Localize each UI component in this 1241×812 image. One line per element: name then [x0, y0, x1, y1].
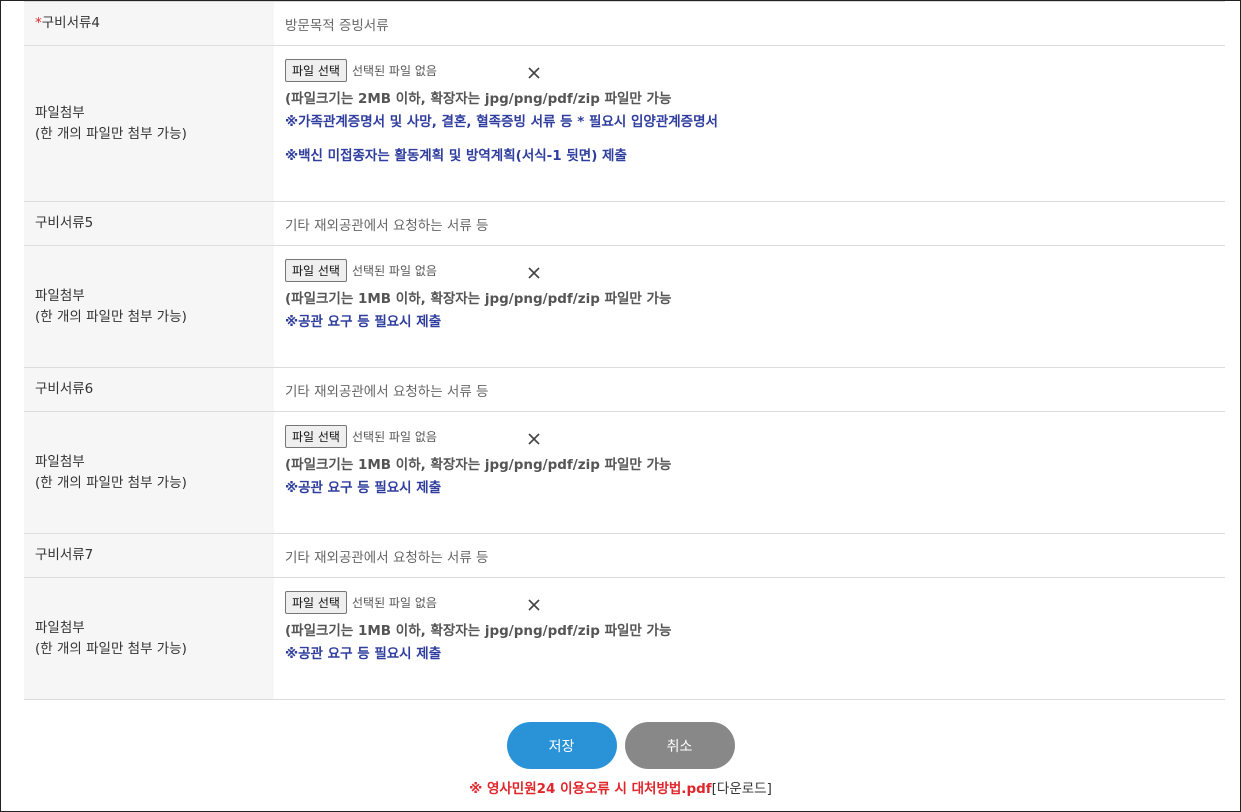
upload-cell: 파일 선택 선택된 파일 없음 (파일크기는 1MB 이하, 확장자는 jpg/…	[274, 578, 1225, 699]
upload-cell: 파일 선택 선택된 파일 없음 (파일크기는 2MB 이하, 확장자는 jpg/…	[274, 46, 1225, 201]
required-docs-note: ※공관 요구 등 필요시 제출	[285, 314, 442, 330]
upload-sublabel: (한 개의 파일만 첨부 가능)	[35, 474, 187, 491]
file-status: 선택된 파일 없음	[351, 430, 437, 444]
required-docs-note: ※가족관계증명서 및 사망, 결혼, 혈족증빙 서류 등 * 필요시 입양관계증…	[285, 114, 718, 130]
upload-label-cell: 파일첨부 (한 개의 파일만 첨부 가능)	[24, 412, 274, 533]
upload-label-cell: 파일첨부 (한 개의 파일만 첨부 가능)	[24, 46, 274, 201]
upload-label: 파일첨부	[35, 287, 85, 304]
file-input[interactable]: 파일 선택 선택된 파일 없음	[285, 425, 1225, 448]
file-status: 선택된 파일 없음	[351, 596, 437, 610]
document-upload-form: *구비서류4 방문목적 증빙서류 파일첨부 (한 개의 파일만 첨부 가능) 파…	[24, 1, 1225, 700]
doc-desc: 기타 재외공관에서 요청하는 서류 등	[285, 217, 489, 234]
upload-sublabel: (한 개의 파일만 첨부 가능)	[35, 125, 187, 142]
cancel-button[interactable]: 취소	[624, 722, 735, 769]
close-icon[interactable]	[527, 266, 541, 280]
doc-row-5: 구비서류5 기타 재외공관에서 요청하는 서류 등	[24, 202, 1225, 246]
close-icon[interactable]	[527, 66, 541, 80]
file-input[interactable]: 파일 선택 선택된 파일 없음	[285, 259, 1225, 282]
error-guide-text: ※ 영사민원24 이용오류 시 대처방법.pdf	[469, 781, 712, 797]
file-size-note: (파일크기는 1MB 이하, 확장자는 jpg/png/pdf/zip 파일만 …	[285, 291, 672, 307]
upload-row-6: 파일첨부 (한 개의 파일만 첨부 가능) 파일 선택 선택된 파일 없음 (파…	[24, 412, 1225, 534]
doc-label: 구비서류6	[35, 381, 94, 397]
required-docs-note: ※공관 요구 등 필요시 제출	[285, 480, 442, 496]
file-status: 선택된 파일 없음	[351, 64, 437, 78]
file-select-button[interactable]: 파일 선택	[285, 59, 347, 82]
doc-label-cell: *구비서류4	[24, 2, 274, 45]
upload-row-5: 파일첨부 (한 개의 파일만 첨부 가능) 파일 선택 선택된 파일 없음 (파…	[24, 246, 1225, 368]
upload-label: 파일첨부	[35, 104, 85, 121]
doc-label-cell: 구비서류6	[24, 368, 274, 411]
upload-row-7: 파일첨부 (한 개의 파일만 첨부 가능) 파일 선택 선택된 파일 없음 (파…	[24, 578, 1225, 700]
file-status: 선택된 파일 없음	[351, 264, 437, 278]
close-icon[interactable]	[527, 432, 541, 446]
doc-label-cell: 구비서류5	[24, 202, 274, 245]
file-select-button[interactable]: 파일 선택	[285, 259, 347, 282]
doc-label: 구비서류4	[41, 15, 101, 31]
upload-label-cell: 파일첨부 (한 개의 파일만 첨부 가능)	[24, 246, 274, 367]
file-select-button[interactable]: 파일 선택	[285, 425, 347, 448]
upload-label-cell: 파일첨부 (한 개의 파일만 첨부 가능)	[24, 578, 274, 699]
form-actions: 저장 취소	[1, 722, 1240, 769]
doc-desc: 방문목적 증빙서류	[285, 17, 389, 34]
upload-sublabel: (한 개의 파일만 첨부 가능)	[35, 640, 187, 657]
upload-label: 파일첨부	[35, 453, 85, 470]
doc-desc: 기타 재외공관에서 요청하는 서류 등	[285, 383, 489, 400]
file-size-note: (파일크기는 1MB 이하, 확장자는 jpg/png/pdf/zip 파일만 …	[285, 457, 672, 473]
download-link[interactable]: [다운로드]	[712, 781, 772, 797]
vaccine-note: ※백신 미접종자는 활동계획 및 방역계획(서식-1 뒷면) 제출	[285, 148, 627, 164]
upload-cell: 파일 선택 선택된 파일 없음 (파일크기는 1MB 이하, 확장자는 jpg/…	[274, 246, 1225, 367]
required-mark: *	[35, 15, 42, 31]
file-input[interactable]: 파일 선택 선택된 파일 없음	[285, 591, 1225, 614]
file-input[interactable]: 파일 선택 선택된 파일 없음	[285, 59, 1225, 82]
file-size-note: (파일크기는 1MB 이하, 확장자는 jpg/png/pdf/zip 파일만 …	[285, 623, 672, 639]
required-docs-note: ※공관 요구 등 필요시 제출	[285, 646, 442, 662]
doc-row-7: 구비서류7 기타 재외공관에서 요청하는 서류 등	[24, 534, 1225, 578]
upload-sublabel: (한 개의 파일만 첨부 가능)	[35, 308, 187, 325]
save-button[interactable]: 저장	[506, 722, 617, 769]
doc-row-4: *구비서류4 방문목적 증빙서류	[24, 2, 1225, 46]
doc-row-6: 구비서류6 기타 재외공관에서 요청하는 서류 등	[24, 368, 1225, 412]
doc-label-cell: 구비서류7	[24, 534, 274, 577]
error-guide-notice: ※ 영사민원24 이용오류 시 대처방법.pdf[다운로드]	[1, 777, 1240, 797]
doc-desc: 기타 재외공관에서 요청하는 서류 등	[285, 549, 489, 566]
application-form-window: *구비서류4 방문목적 증빙서류 파일첨부 (한 개의 파일만 첨부 가능) 파…	[0, 0, 1241, 812]
close-icon[interactable]	[527, 598, 541, 612]
upload-cell: 파일 선택 선택된 파일 없음 (파일크기는 1MB 이하, 확장자는 jpg/…	[274, 412, 1225, 533]
file-size-note: (파일크기는 2MB 이하, 확장자는 jpg/png/pdf/zip 파일만 …	[285, 91, 672, 107]
file-select-button[interactable]: 파일 선택	[285, 591, 347, 614]
doc-label: 구비서류7	[35, 547, 94, 563]
upload-label: 파일첨부	[35, 619, 85, 636]
doc-label: 구비서류5	[35, 215, 94, 231]
upload-row-4: 파일첨부 (한 개의 파일만 첨부 가능) 파일 선택 선택된 파일 없음 (파…	[24, 46, 1225, 202]
